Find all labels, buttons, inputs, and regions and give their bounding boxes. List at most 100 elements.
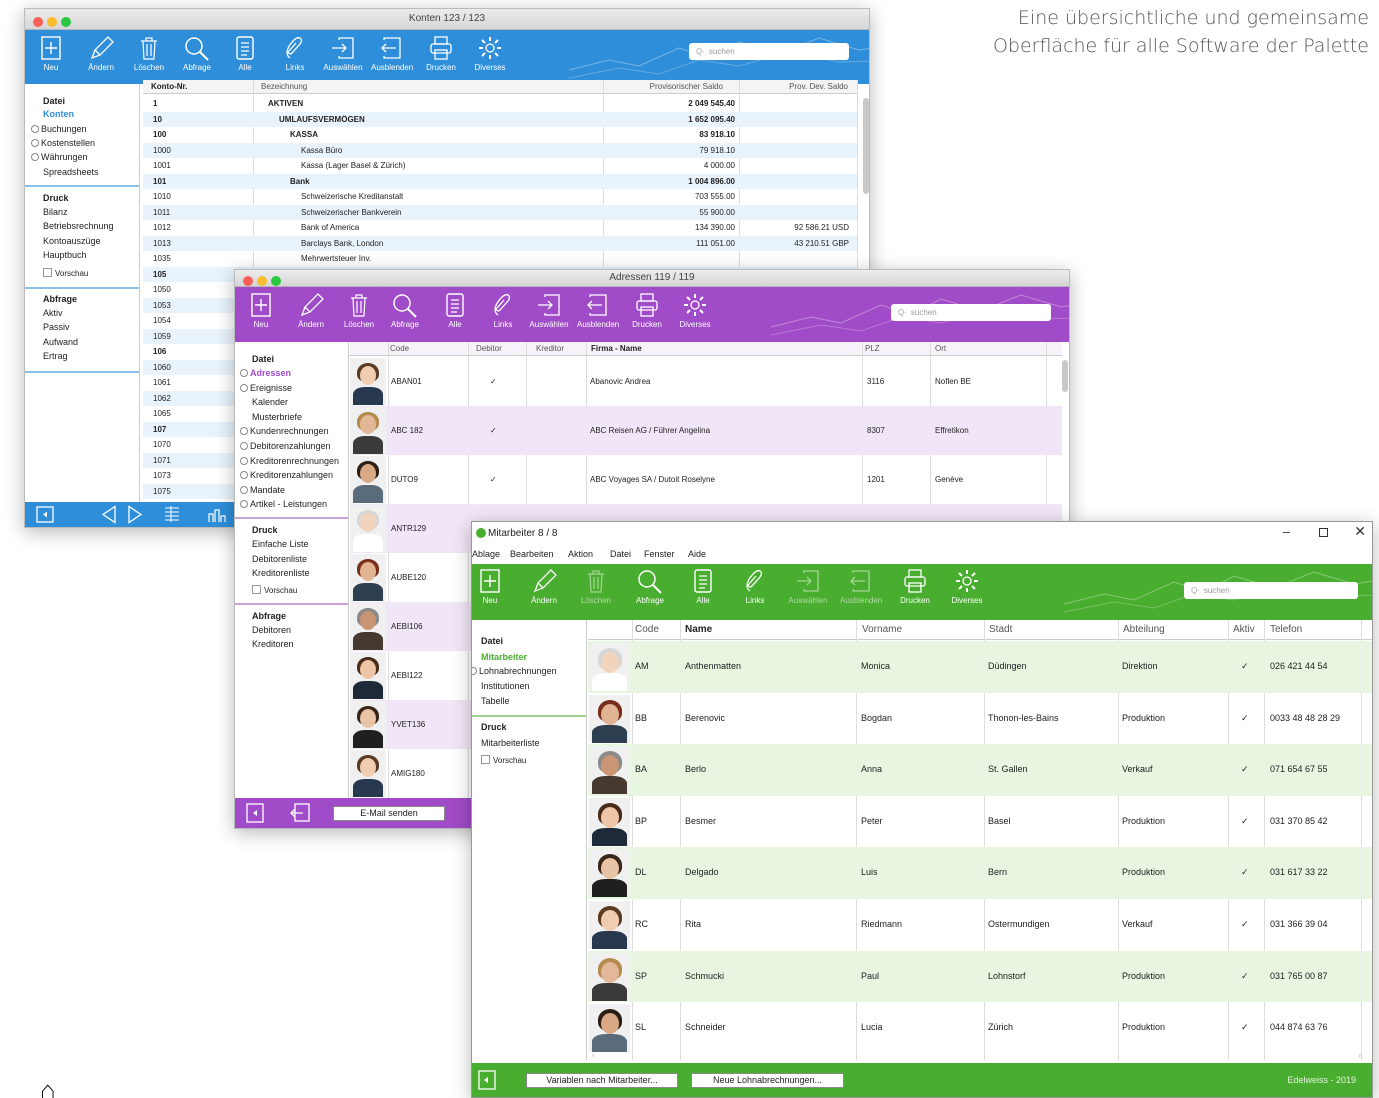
toolbar-print-button[interactable]: Drucken — [895, 567, 935, 605]
minimize-icon[interactable]: – — [1283, 524, 1290, 539]
sidebar-item-kreditorenrechnungen[interactable]: Kreditorenrechnungen — [238, 455, 339, 467]
table-row[interactable]: 1013 Barclays Bank, London 111 051.00 43 21… — [143, 235, 857, 251]
toolbar-delete-button[interactable]: Löschen — [576, 567, 616, 605]
toolbar-hide-button[interactable]: Ausblenden — [577, 291, 619, 329]
column-header[interactable]: Telefon — [1270, 624, 1302, 635]
sidebar-item-betriebsrechnung[interactable]: Betriebsrechnung — [43, 221, 114, 231]
toolbar-search-button[interactable]: Abfrage — [630, 567, 670, 605]
sidebar-item-kostenstellen[interactable]: Kostenstellen — [29, 137, 95, 149]
sidebar-item-bilanz[interactable]: Bilanz — [43, 207, 68, 217]
sidebar-item-spreadsheets[interactable]: Spreadsheets — [43, 167, 99, 177]
sidebar-item-aufwand[interactable]: Aufwand — [43, 337, 78, 347]
sidebar-item-kreditoren[interactable]: Kreditoren — [252, 639, 294, 649]
column-header[interactable]: Konto-Nr. — [151, 82, 251, 91]
toolbar-hide-button[interactable]: Ausblenden — [840, 567, 882, 605]
toolbar-print-button[interactable]: Drucken — [421, 34, 461, 72]
sidebar-item-vorschau[interactable]: Vorschau — [252, 585, 297, 595]
checkbox[interactable] — [481, 755, 490, 764]
sidebar-item-währungen[interactable]: Währungen — [29, 151, 88, 163]
sidebar-item-hauptbuch[interactable]: Hauptbuch — [43, 250, 87, 260]
column-header[interactable]: Provisorischer Saldo — [613, 82, 723, 91]
column-header[interactable]: Ort — [935, 344, 946, 353]
table-row[interactable]: ABC 182 ✓ ABC Reisen AG / Führer Angelina 8… — [350, 406, 1062, 455]
column-header[interactable]: Bezeichnung — [261, 82, 561, 91]
menu-item-datei[interactable]: Datei — [610, 549, 631, 559]
search-input[interactable]: Q· suchen — [891, 304, 1051, 321]
column-header[interactable]: Code — [635, 624, 659, 635]
column-header[interactable]: Kreditor — [536, 344, 564, 353]
scroll-right-icon[interactable]: › — [1358, 1050, 1361, 1060]
navigation-icons[interactable] — [243, 798, 333, 828]
sidebar-item-tabelle[interactable]: Tabelle — [481, 696, 510, 706]
sidebar-item-konten[interactable]: Konten — [43, 109, 74, 119]
table-row[interactable]: RC Rita Riedmann Ostermundigen Verkauf ✓ 031 3… — [588, 899, 1372, 951]
table-row[interactable]: 1011 Schweizerischer Bankverein 55 900.00 — [143, 204, 857, 220]
search-input[interactable]: Q· suchen — [689, 43, 849, 60]
column-header[interactable]: Stadt — [989, 624, 1012, 635]
vertical-scrollbar[interactable] — [863, 98, 869, 194]
table-row[interactable]: 100 KASSA 83 918.10 — [143, 127, 857, 143]
toolbar-link-button[interactable]: Links — [483, 291, 523, 329]
table-row[interactable]: DUTO9 ✓ ABC Voyages SA / Dutoit Roselyne 12… — [350, 455, 1062, 504]
toolbar-edit-button[interactable]: Ändern — [291, 291, 331, 329]
sidebar-item-einfache-liste[interactable]: Einfache Liste — [252, 539, 309, 549]
toolbar-select-button[interactable]: Auswählen — [788, 567, 828, 605]
sidebar-item-debitoren[interactable]: Debitoren — [252, 625, 291, 635]
toolbar-edit-button[interactable]: Ändern — [524, 567, 564, 605]
sidebar-item-kreditorenliste[interactable]: Kreditorenliste — [252, 568, 310, 578]
sidebar-item-ereignisse[interactable]: Ereignisse — [238, 382, 292, 394]
toolbar-new-button[interactable]: Neu — [241, 291, 281, 329]
sidebar-item-kundenrechnungen[interactable]: Kundenrechnungen — [238, 425, 329, 437]
sidebar-item-mitarbeiter[interactable]: Mitarbeiter — [481, 652, 527, 662]
table-row[interactable]: 1 AKTIVEN 2 049 545.40 — [143, 96, 857, 112]
close-icon[interactable]: ✕ — [1354, 523, 1366, 540]
sidebar-item-passiv[interactable]: Passiv — [43, 322, 70, 332]
menu-item-fenster[interactable]: Fenster — [644, 549, 675, 559]
toolbar-settings-button[interactable]: Diverses — [947, 567, 987, 605]
variables-button[interactable]: Variablen nach Mitarbeiter... — [526, 1073, 678, 1088]
sidebar-item-vorschau[interactable]: Vorschau — [43, 268, 88, 278]
table-row[interactable]: 10 UMLAUFSVERMÖGEN 1 652 095.40 — [143, 111, 857, 127]
toolbar-delete-button[interactable]: Löschen — [129, 34, 169, 72]
menu-item-aide[interactable]: Aide — [688, 549, 706, 559]
sidebar-item-buchungen[interactable]: Buchungen — [29, 123, 87, 135]
sidebar-item-aktiv[interactable]: Aktiv — [43, 308, 63, 318]
column-header[interactable]: Abteilung — [1123, 624, 1165, 635]
toolbar-list-button[interactable]: Alle — [683, 567, 723, 605]
toolbar-link-button[interactable]: Links — [735, 567, 775, 605]
table-row[interactable]: AM Anthenmatten Monica Düdingen Direktion ✓ 02… — [588, 641, 1372, 693]
sidebar-item-institutionen[interactable]: Institutionen — [481, 681, 530, 691]
sidebar-item-vorschau[interactable]: Vorschau — [481, 755, 526, 765]
toolbar-delete-button[interactable]: Löschen — [339, 291, 379, 329]
email-send-button[interactable]: E-Mail senden — [333, 806, 445, 821]
toolbar-link-button[interactable]: Links — [275, 34, 315, 72]
table-row[interactable]: 1000 Kassa Büro 79 918.10 — [143, 142, 857, 158]
sidebar-item-musterbriefe[interactable]: Musterbriefe — [252, 412, 302, 422]
sidebar-item-debitorenliste[interactable]: Debitorenliste — [252, 554, 307, 564]
table-row[interactable]: ABAN01 ✓ Abanovic Andrea 3116 Noflen BE — [350, 357, 1062, 406]
toolbar-print-button[interactable]: Drucken — [627, 291, 667, 329]
checkbox[interactable] — [43, 268, 52, 277]
column-header[interactable]: Prov. Dev. Saldo — [763, 82, 848, 91]
menu-item-bearbeiten[interactable]: Bearbeiten — [510, 549, 554, 559]
column-header[interactable]: Aktiv — [1233, 624, 1255, 635]
toolbar-list-button[interactable]: Alle — [435, 291, 475, 329]
scroll-left-icon[interactable]: ‹ — [592, 1050, 595, 1060]
toolbar-search-button[interactable]: Abfrage — [385, 291, 425, 329]
sidebar-item-artikel-leistungen[interactable]: Artikel - Leistungen — [238, 498, 327, 510]
sidebar-item-kalender[interactable]: Kalender — [252, 397, 288, 407]
sidebar-item-mandate[interactable]: Mandate — [238, 484, 285, 496]
sidebar-item-kreditorenzahlungen[interactable]: Kreditorenzahlungen — [238, 469, 333, 481]
toolbar-edit-button[interactable]: Ändern — [81, 34, 121, 72]
table-row[interactable]: DL Delgado Luis Bern Produktion ✓ 031 617 33 2… — [588, 847, 1372, 899]
table-row[interactable]: 1001 Kassa (Lager Basel & Zürich) 4 000.00 — [143, 158, 857, 174]
sidebar-item-debitorenzahlungen[interactable]: Debitorenzahlungen — [238, 440, 331, 452]
sidebar-item-kontoauszüge[interactable]: Kontoauszüge — [43, 236, 101, 246]
column-header[interactable]: PLZ — [865, 344, 880, 353]
table-row[interactable]: BB Berenovic Bogdan Thonon-les-Bains Produkt… — [588, 693, 1372, 745]
sidebar-item-mitarbeiterliste[interactable]: Mitarbeiterliste — [481, 738, 540, 748]
table-row[interactable]: 1010 Schweizerische Kreditanstalt 703 555.… — [143, 189, 857, 205]
column-header[interactable]: Code — [390, 344, 409, 353]
column-header[interactable]: Vorname — [862, 624, 902, 635]
table-row[interactable]: BP Besmer Peter Basel Produktion ✓ 031 370 85 … — [588, 796, 1372, 848]
